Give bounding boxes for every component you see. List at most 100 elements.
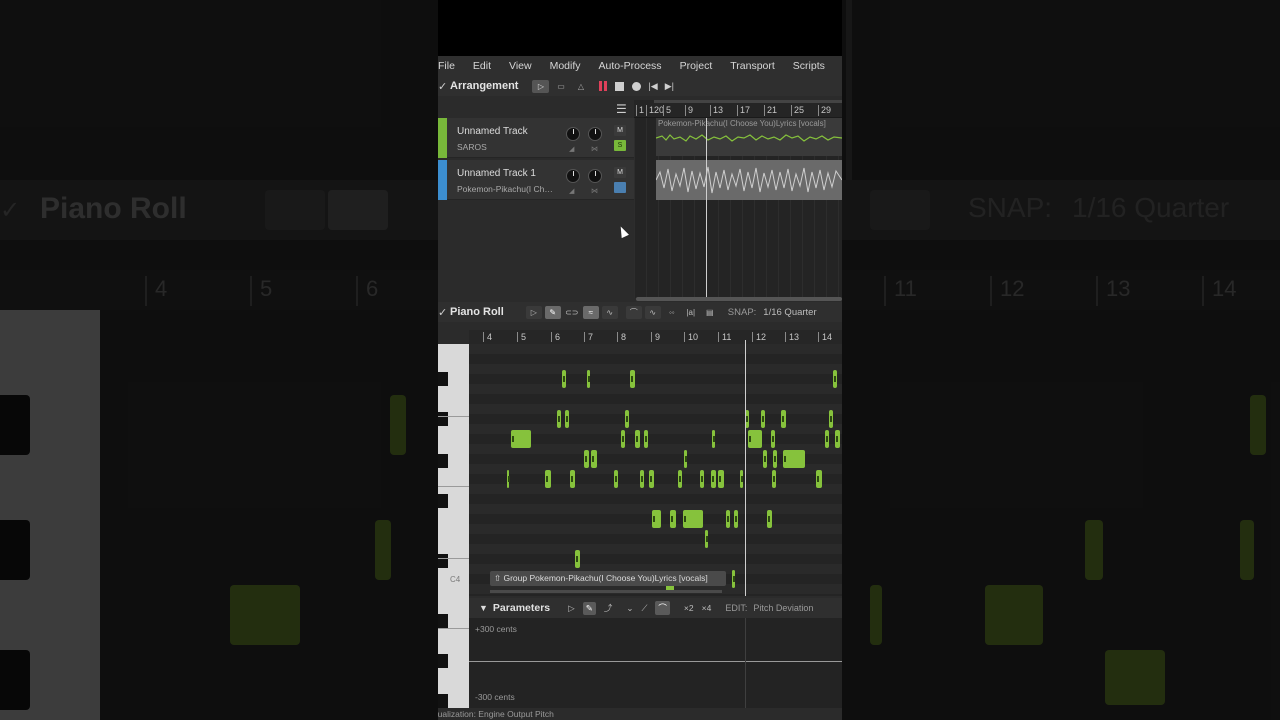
- note[interactable]: [644, 430, 648, 448]
- chevron-down-icon[interactable]: ▼: [479, 603, 488, 613]
- pencil-tool-icon[interactable]: ✎: [544, 305, 561, 319]
- collapse-check-icon[interactable]: ✓: [438, 306, 450, 319]
- note[interactable]: [835, 430, 840, 448]
- piano-roll-playhead[interactable]: [745, 340, 746, 596]
- piano-roll-ruler[interactable]: 4 5 6 7 8 9 10 11 12 13 14: [469, 330, 842, 344]
- menu-file[interactable]: File: [438, 60, 464, 72]
- menu-edit[interactable]: Edit: [464, 60, 500, 72]
- stop-icon[interactable]: [615, 81, 625, 91]
- audio-tool-icon[interactable]: ◦◦: [664, 306, 680, 319]
- note[interactable]: [587, 370, 590, 388]
- pencil-tool-icon[interactable]: ✎: [582, 601, 596, 615]
- zoom-x2-button[interactable]: ×2: [684, 603, 694, 613]
- solo-button[interactable]: [614, 182, 626, 193]
- note[interactable]: [732, 570, 735, 588]
- pitch-tool-icon[interactable]: ≈: [582, 305, 599, 319]
- note[interactable]: [783, 450, 805, 468]
- note[interactable]: [562, 370, 566, 388]
- arrangement-overview-scroll[interactable]: [654, 100, 842, 103]
- pan-knob[interactable]: [588, 127, 602, 141]
- select-tool-icon[interactable]: ▷: [525, 305, 542, 319]
- note[interactable]: [565, 410, 569, 428]
- note[interactable]: [763, 450, 767, 468]
- note[interactable]: [705, 530, 708, 548]
- note[interactable]: [684, 450, 687, 468]
- note[interactable]: [718, 470, 724, 488]
- select-tool-icon[interactable]: ▷: [532, 79, 550, 93]
- skip-forward-icon[interactable]: ▶|: [665, 81, 674, 92]
- track-row[interactable]: Unnamed Track SAROS ◢ ⋈ M S: [438, 118, 634, 158]
- note[interactable]: [670, 510, 676, 528]
- menu-view[interactable]: View: [500, 60, 541, 72]
- note[interactable]: [700, 470, 704, 488]
- piano-keyboard[interactable]: [438, 344, 469, 720]
- note[interactable]: [734, 510, 738, 528]
- parameter-graph[interactable]: +300 cents -300 cents: [469, 618, 842, 708]
- black-key[interactable]: [438, 694, 448, 708]
- black-key[interactable]: [438, 554, 448, 568]
- lyrics-tool-icon[interactable]: |a|: [683, 306, 699, 319]
- collapse-check-icon[interactable]: ✓: [438, 80, 450, 93]
- note[interactable]: [829, 410, 833, 428]
- curve-tool-icon[interactable]: ⌒: [655, 601, 670, 615]
- note[interactable]: [511, 430, 531, 448]
- zoom-x4-button[interactable]: ×4: [702, 603, 712, 613]
- black-key[interactable]: [438, 412, 448, 426]
- track-menu-icon[interactable]: ☰: [616, 102, 627, 116]
- piano-roll-scrollbar[interactable]: [490, 590, 722, 593]
- note[interactable]: [640, 470, 644, 488]
- note[interactable]: [711, 470, 716, 488]
- note[interactable]: [740, 470, 743, 488]
- menu-project[interactable]: Project: [671, 60, 722, 72]
- metronome-icon[interactable]: △: [572, 80, 589, 93]
- track-name[interactable]: Unnamed Track 1: [457, 168, 536, 179]
- track-row[interactable]: Unnamed Track 1 Pokemon-Pikachu(I Choose…: [438, 160, 634, 239]
- black-key[interactable]: [438, 454, 448, 468]
- menu-scripts[interactable]: Scripts: [784, 60, 834, 72]
- note[interactable]: [649, 470, 654, 488]
- line-tool-icon[interactable]: ⤴: [604, 602, 613, 614]
- mute-button[interactable]: M: [614, 167, 626, 178]
- edit-parameter-select[interactable]: Pitch Deviation: [753, 603, 813, 613]
- solo-button[interactable]: S: [614, 140, 626, 151]
- track-source[interactable]: Pokemon-Pikachu(I Choose You): [457, 184, 557, 194]
- note[interactable]: [825, 430, 829, 448]
- smooth-tool-icon[interactable]: ⌄: [626, 603, 633, 614]
- note[interactable]: [584, 450, 589, 468]
- skip-back-icon[interactable]: |◀: [648, 81, 657, 92]
- snap-select[interactable]: 1/16 Quarter: [763, 307, 816, 318]
- gain-knob[interactable]: [566, 127, 580, 141]
- black-key[interactable]: [438, 654, 448, 668]
- group-label[interactable]: ⇧ Group Pokemon-Pikachu(I Choose You)Lyr…: [490, 571, 726, 586]
- link-tool-icon[interactable]: ⊂⊃: [564, 306, 580, 319]
- curve-tool-icon[interactable]: ∿: [601, 305, 618, 319]
- select-tool-icon[interactable]: ▷: [568, 603, 575, 614]
- track-name[interactable]: Unnamed Track: [457, 126, 528, 137]
- arrangement-scrollbar[interactable]: [636, 297, 842, 301]
- note[interactable]: [816, 470, 822, 488]
- record-icon[interactable]: [632, 81, 642, 91]
- black-key[interactable]: [438, 614, 448, 628]
- arrangement-ruler[interactable]: 1 120 5 9 13 17 21 25 29: [634, 100, 842, 118]
- note[interactable]: [621, 430, 625, 448]
- vibrato-tool-icon[interactable]: ⌒: [625, 305, 642, 319]
- note[interactable]: [761, 410, 765, 428]
- note[interactable]: [773, 450, 777, 468]
- menu-modify[interactable]: Modify: [541, 60, 590, 72]
- note[interactable]: [630, 370, 635, 388]
- black-key[interactable]: [438, 494, 448, 508]
- mute-button[interactable]: M: [614, 125, 626, 136]
- ramp-tool-icon[interactable]: ⟋: [641, 603, 647, 614]
- note[interactable]: [726, 510, 730, 528]
- note[interactable]: [635, 430, 640, 448]
- note[interactable]: [591, 450, 597, 468]
- vocal-clip[interactable]: Pokemon-Pikachu(I Choose You)Lyrics [voc…: [656, 118, 842, 156]
- note[interactable]: [781, 410, 786, 428]
- note[interactable]: [833, 370, 837, 388]
- clapper-icon[interactable]: ▤: [702, 306, 718, 319]
- pause-icon[interactable]: [599, 81, 608, 91]
- black-key[interactable]: [438, 372, 448, 386]
- menu-auto-process[interactable]: Auto-Process: [590, 60, 671, 72]
- note[interactable]: [570, 470, 575, 488]
- note[interactable]: [507, 470, 510, 488]
